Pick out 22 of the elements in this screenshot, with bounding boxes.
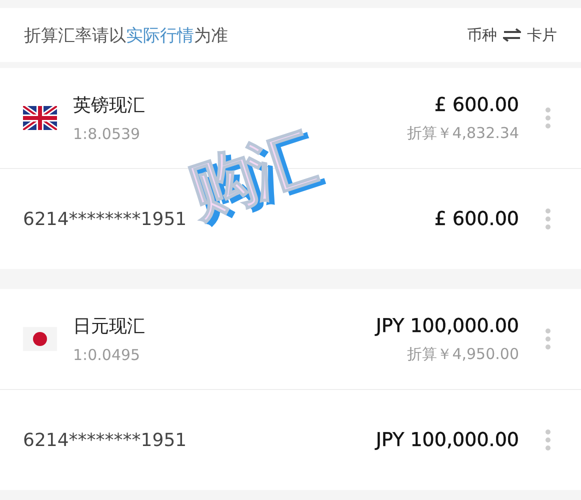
currency-label[interactable]: 币种 (467, 26, 497, 44)
converted-amount: 折算￥4,832.34 (407, 124, 519, 142)
currency-name: 英镑现汇 (73, 94, 146, 117)
currency-amount: £ 600.00 (434, 94, 519, 116)
notice-text: 折算汇率请以实际行情为准 (24, 24, 228, 46)
uk-flag-icon (23, 106, 57, 130)
card-amount: £ 600.00 (434, 208, 519, 230)
more-icon[interactable] (545, 429, 551, 451)
card-number: 6214********1951 (23, 430, 188, 450)
swap-icon[interactable] (503, 28, 521, 42)
more-icon[interactable] (545, 328, 551, 350)
currency-amount: JPY 100,000.00 (376, 314, 519, 336)
more-icon[interactable] (545, 107, 551, 129)
exchange-rate: 1:8.0539 (73, 125, 142, 143)
exchange-rate: 1:0.0495 (73, 346, 142, 364)
card-number: 6214********1951 (23, 208, 188, 230)
more-icon[interactable] (545, 208, 551, 230)
card-label[interactable]: 卡片 (527, 26, 557, 44)
card-amount: JPY 100,000.00 (376, 429, 519, 451)
converted-amount: 折算￥4,950.00 (407, 344, 519, 364)
japan-flag-icon (23, 327, 57, 351)
currency-name: 日元现汇 (73, 315, 146, 338)
